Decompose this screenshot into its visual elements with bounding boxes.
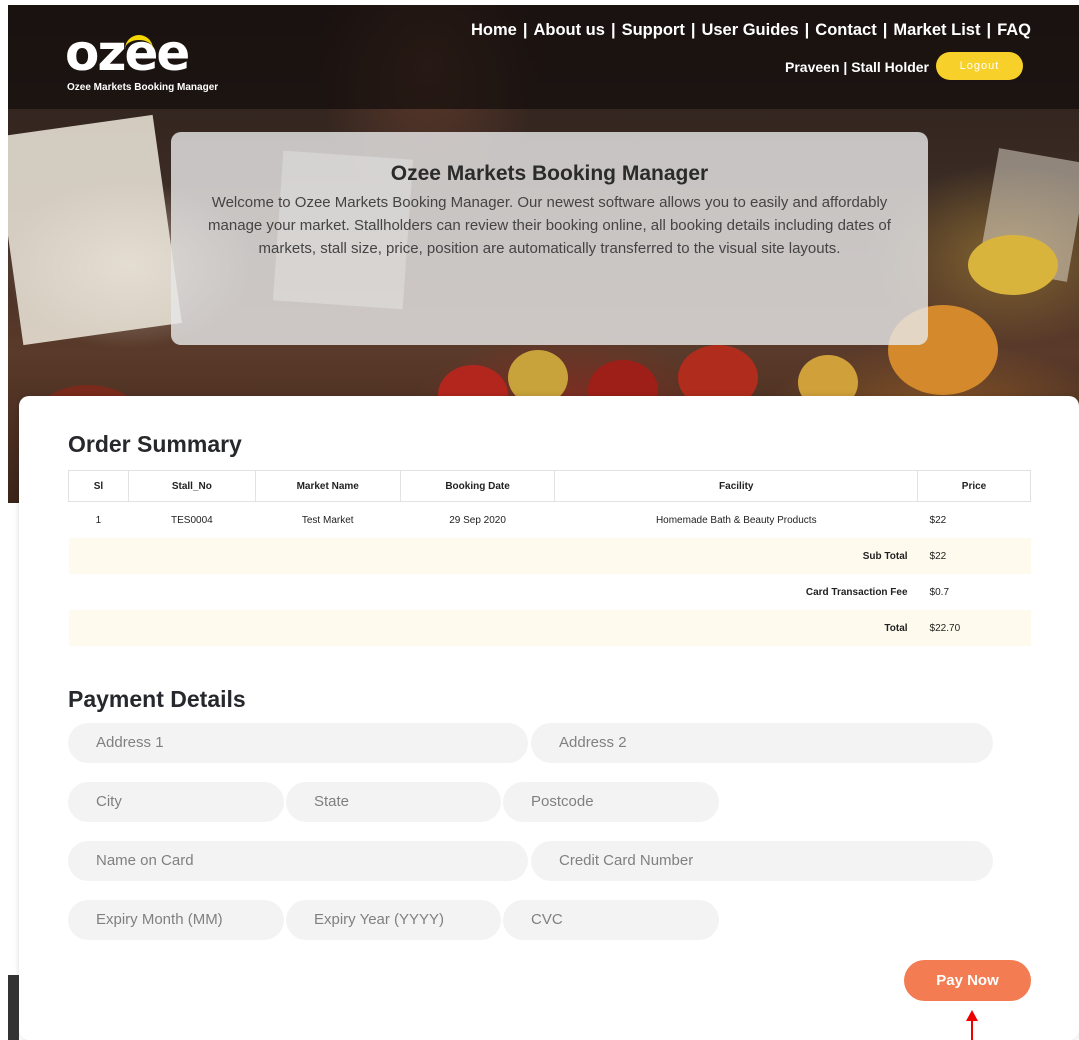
- cvc-input[interactable]: [503, 900, 719, 940]
- table-header-row: Sl Stall_No Market Name Booking Date Fac…: [68, 470, 1031, 502]
- nav-separator: |: [804, 21, 810, 39]
- address2-input[interactable]: [531, 723, 993, 763]
- nav-separator: |: [610, 21, 616, 39]
- cell-facility: Homemade Bath & Beauty Products: [655, 514, 817, 526]
- welcome-title: Ozee Markets Booking Manager: [390, 162, 709, 185]
- nav-faq[interactable]: FAQ: [997, 21, 1031, 39]
- fee-row: Card Transaction Fee $0.7: [69, 574, 1031, 610]
- hero-price-sign: [8, 114, 182, 346]
- logout-button[interactable]: Logout: [936, 52, 1023, 80]
- user-role: Stall Holder: [851, 59, 929, 75]
- table-row: 1 TES0004 Test Market 29 Sep 2020 Homema…: [69, 502, 1031, 539]
- total-row: Total $22.70: [68, 610, 1031, 646]
- name-on-card-input[interactable]: [68, 841, 528, 881]
- column-header-market-name: Market Name: [254, 470, 401, 502]
- fee-value: $0.7: [929, 586, 950, 598]
- address1-input[interactable]: [68, 723, 528, 763]
- order-summary-title: Order Summary: [68, 431, 242, 457]
- nav-about-us[interactable]: About us: [533, 21, 605, 39]
- cell-sl: 1: [95, 514, 102, 526]
- nav-contact[interactable]: Contact: [815, 21, 876, 39]
- welcome-panel: Ozee Markets Booking Manager Welcome to …: [171, 132, 928, 345]
- pay-now-button[interactable]: Pay Now: [904, 960, 1031, 1001]
- page-edge: [8, 975, 19, 1040]
- postcode-input[interactable]: [503, 782, 719, 822]
- payment-details-title: Payment Details: [68, 686, 246, 712]
- cell-booking-date: 29 Sep 2020: [449, 514, 506, 526]
- nav-separator: |: [986, 21, 992, 39]
- total-label: Total: [68, 610, 918, 646]
- ozee-logo[interactable]: ozee Ozee Markets Booking Manager: [65, 27, 235, 99]
- user-name: Praveen: [785, 59, 840, 75]
- column-header-booking-date: Booking Date: [399, 470, 556, 502]
- total-value: $22.70: [917, 610, 1031, 646]
- order-summary-table: Sl Stall_No Market Name Booking Date Fac…: [68, 470, 1031, 646]
- nav-market-list[interactable]: Market List: [893, 21, 980, 39]
- arrow-shaft: [971, 1020, 973, 1040]
- cell-market-name: Test Market: [301, 514, 354, 526]
- nav-separator: |: [882, 21, 888, 39]
- nav-user-guides[interactable]: User Guides: [701, 21, 798, 39]
- logo-subtitle: Ozee Markets Booking Manager: [67, 82, 219, 93]
- column-header-price: Price: [917, 470, 1031, 502]
- hero-fruit: [968, 235, 1058, 295]
- welcome-text: Welcome to Ozee Markets Booking Manager.…: [208, 194, 891, 257]
- card-number-input[interactable]: [531, 841, 993, 881]
- user-info: Praveen | Stall Holder: [785, 59, 929, 75]
- main-nav: Home | About us | Support | User Guides | Contac…: [471, 21, 1031, 40]
- state-input[interactable]: [286, 782, 501, 822]
- annotation-arrow-icon: [966, 1010, 978, 1040]
- subtotal-value: $22: [917, 538, 1031, 574]
- column-header-sl: Sl: [68, 470, 129, 502]
- nav-support[interactable]: Support: [622, 21, 685, 39]
- logo-wordmark: ozee: [65, 24, 190, 82]
- city-input[interactable]: [68, 782, 284, 822]
- expiry-year-input[interactable]: [286, 900, 501, 940]
- subtotal-row: Sub Total $22: [68, 538, 1031, 574]
- cell-stall-no: TES0004: [171, 514, 213, 526]
- nav-separator: |: [690, 21, 696, 39]
- nav-home[interactable]: Home: [471, 21, 517, 39]
- column-header-facility: Facility: [554, 470, 919, 502]
- column-header-stall-no: Stall_No: [127, 470, 256, 502]
- expiry-month-input[interactable]: [68, 900, 284, 940]
- fee-label: Card Transaction Fee: [805, 586, 908, 598]
- nav-separator: |: [522, 21, 528, 39]
- cell-price: $22: [929, 514, 947, 526]
- subtotal-label: Sub Total: [68, 538, 918, 574]
